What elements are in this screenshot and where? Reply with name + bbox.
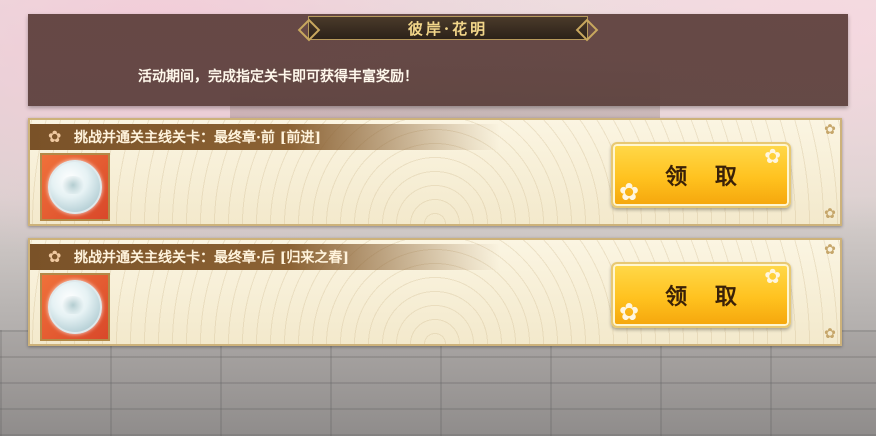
claim-button[interactable]: ✿ ✿ 领 取 [611,262,791,328]
event-intro-text: 活动期间，完成指定关卡即可获得丰富奖励！ [138,69,418,85]
corner-ornament-icon: ✿ [824,242,836,258]
blossom-icon: ✿ [48,247,62,266]
task-card: ✿ ✿ ✿ ✿ 挑战并通关主线关卡：最终章·后 [归来之春] ✿ ✿ 领 取 [28,238,842,346]
claim-button-label: 领 取 [665,164,747,190]
task-title-bar: ✿ 挑战并通关主线关卡：最终章·前 [前进] [30,124,500,150]
claim-button-label: 领 取 [665,284,747,310]
corner-ornament-icon: ✿ [824,122,836,138]
task-title: 挑战并通关主线关卡：最终章·后 [归来之春] [74,250,349,266]
claim-button[interactable]: ✿ ✿ 领 取 [611,142,791,208]
event-header-panel: 彼岸·花明 活动期间，完成指定关卡即可获得丰富奖励！ [28,14,848,106]
corner-ornament-icon: ✿ [824,206,836,222]
silver-orb-icon [48,280,102,334]
silver-orb-icon [48,160,102,214]
blossom-icon: ✿ [619,298,640,326]
task-card: ✿ ✿ ✿ ✿ 挑战并通关主线关卡：最终章·前 [前进] ✿ ✿ 领 取 [28,118,842,226]
task-title: 挑战并通关主线关卡：最终章·前 [前进] [74,130,321,146]
blossom-icon: ✿ [764,144,781,168]
blossom-icon: ✿ [619,178,640,206]
blossom-icon: ✿ [764,264,781,288]
blossom-icon: ✿ [48,127,62,146]
corner-ornament-icon: ✿ [824,326,836,342]
reward-item-slot[interactable] [40,273,110,341]
reward-item-slot[interactable] [40,153,110,221]
task-title-bar: ✿ 挑战并通关主线关卡：最终章·后 [归来之春] [30,244,500,270]
title-plate: 彼岸·花明 [308,16,588,40]
event-title: 彼岸·花明 [407,19,489,38]
